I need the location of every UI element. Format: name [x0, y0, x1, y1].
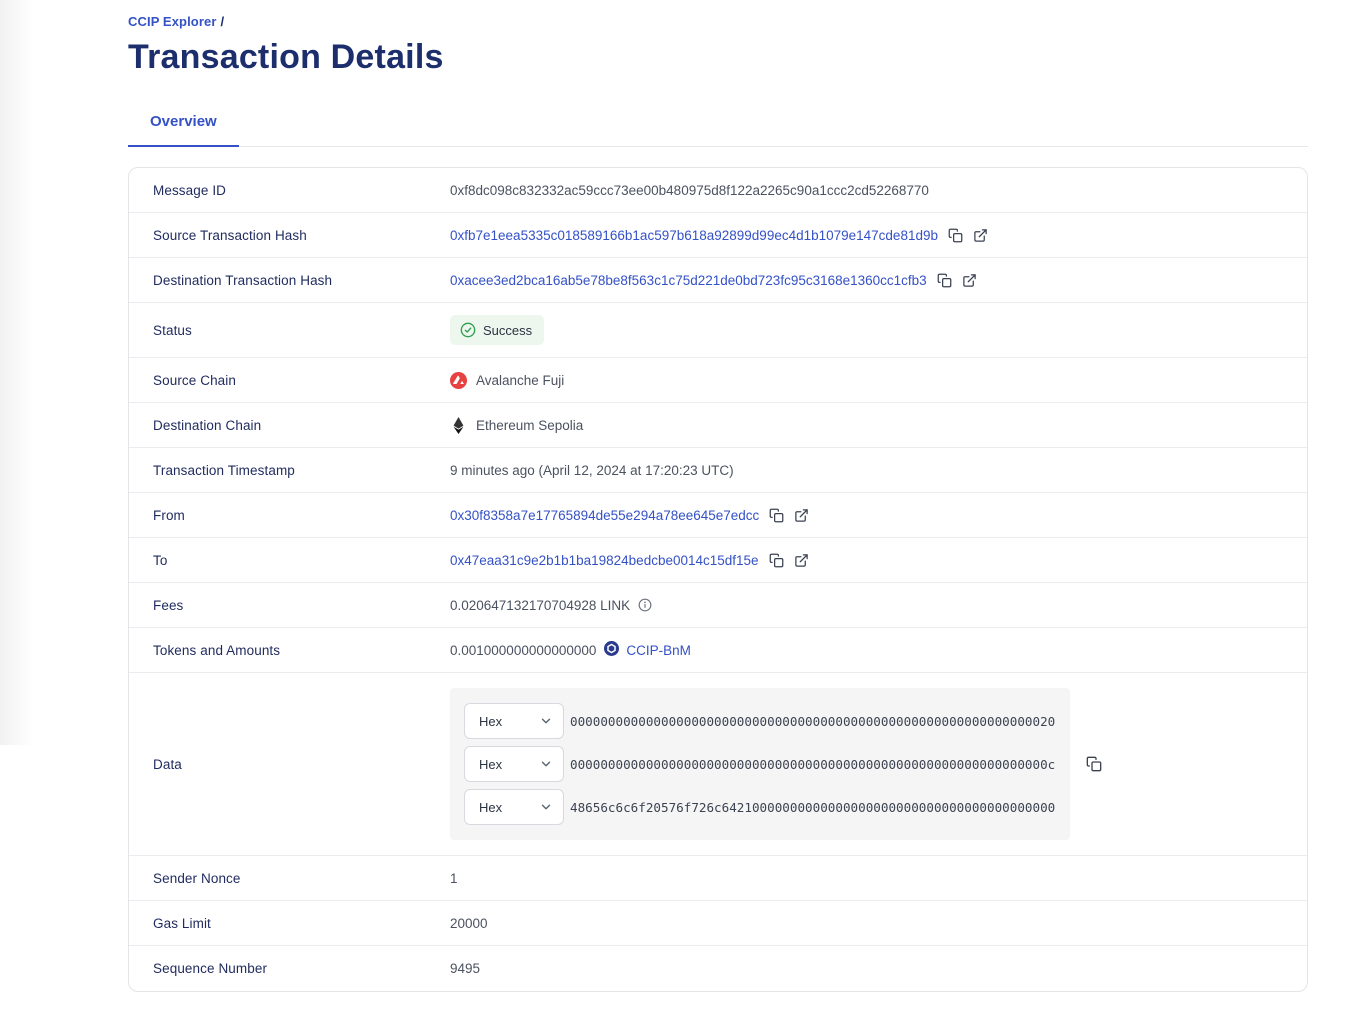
row-label: Source Chain	[129, 361, 450, 400]
row-label: Sender Nonce	[129, 859, 450, 898]
row-transaction-timestamp: Transaction Timestamp 9 minutes ago (Apr…	[129, 448, 1307, 493]
row-tokens-and-amounts: Tokens and Amounts 0.001000000000000000 …	[129, 628, 1307, 673]
format-select[interactable]: Hex	[464, 703, 564, 739]
gas-limit-value: 20000	[450, 904, 1307, 943]
copy-icon[interactable]	[769, 508, 784, 523]
row-status: Status Success	[129, 303, 1307, 358]
row-label: Sequence Number	[129, 949, 450, 988]
row-fees: Fees 0.020647132170704928 LINK	[129, 583, 1307, 628]
row-to: To 0x47eaa31c9e2b1b1ba19824bedcbe0014c15…	[129, 538, 1307, 583]
external-link-icon[interactable]	[794, 508, 809, 523]
row-label: Tokens and Amounts	[129, 631, 450, 670]
row-sequence-number: Sequence Number 9495	[129, 946, 1307, 991]
chevron-down-icon	[539, 800, 553, 814]
format-select-value: Hex	[479, 800, 502, 815]
timestamp-value: 9 minutes ago (April 12, 2024 at 17:20:2…	[450, 451, 1307, 490]
row-source-tx-hash: Source Transaction Hash 0xfb7e1eea5335c0…	[129, 213, 1307, 258]
copy-icon[interactable]	[937, 273, 952, 288]
tab-overview[interactable]: Overview	[128, 113, 239, 147]
row-label: Fees	[129, 586, 450, 625]
format-select-value: Hex	[479, 757, 502, 772]
row-label: From	[129, 496, 450, 535]
row-label: Message ID	[129, 171, 450, 210]
row-label: Transaction Timestamp	[129, 451, 450, 490]
chevron-down-icon	[539, 757, 553, 771]
external-link-icon[interactable]	[962, 273, 977, 288]
ccip-bnm-token-icon	[604, 641, 619, 659]
format-select[interactable]: Hex	[464, 789, 564, 825]
destination-tx-hash-link[interactable]: 0xacee3ed2bca16ab5e78be8f563c1c75d221de0…	[450, 273, 927, 288]
sequence-number-value: 9495	[450, 949, 1307, 988]
breadcrumb-link-ccip-explorer[interactable]: CCIP Explorer	[128, 14, 216, 29]
sender-nonce-value: 1	[450, 859, 1307, 898]
chevron-down-icon	[539, 714, 553, 728]
data-line: Hex 48656c6c6f20576f726c6421000000000000…	[464, 789, 1056, 825]
format-select-value: Hex	[479, 714, 502, 729]
hex-line-2: 0000000000000000000000000000000000000000…	[570, 757, 1055, 772]
token-link-ccip-bnm[interactable]: CCIP-BnM	[626, 643, 691, 658]
row-label: To	[129, 541, 450, 580]
row-label: Destination Transaction Hash	[129, 261, 450, 300]
row-label: Source Transaction Hash	[129, 216, 450, 255]
row-data: Data Hex 0000000000000000000000000000000…	[129, 673, 1307, 856]
hex-line-1: 0000000000000000000000000000000000000000…	[570, 714, 1055, 729]
destination-chain-name: Ethereum Sepolia	[476, 418, 583, 433]
from-address-link[interactable]: 0x30f8358a7e17765894de55e294a78ee645e7ed…	[450, 508, 759, 523]
row-label: Data	[129, 745, 450, 784]
row-label: Status	[129, 311, 450, 350]
external-link-icon[interactable]	[794, 553, 809, 568]
status-badge: Success	[450, 315, 544, 345]
copy-icon[interactable]	[948, 228, 963, 243]
token-amount: 0.001000000000000000	[450, 643, 596, 658]
avalanche-fuji-icon	[450, 372, 467, 389]
check-circle-icon	[460, 322, 476, 338]
left-edge-shadow	[0, 0, 34, 745]
row-message-id: Message ID 0xf8dc098c832332ac59ccc73ee00…	[129, 168, 1307, 213]
source-chain-name: Avalanche Fuji	[476, 373, 564, 388]
row-destination-tx-hash: Destination Transaction Hash 0xacee3ed2b…	[129, 258, 1307, 303]
hex-line-3: 48656c6c6f20576f726c64210000000000000000…	[570, 800, 1055, 815]
transaction-details-card: Message ID 0xf8dc098c832332ac59ccc73ee00…	[128, 167, 1308, 992]
copy-icon[interactable]	[1086, 756, 1102, 772]
external-link-icon[interactable]	[973, 228, 988, 243]
row-destination-chain: Destination Chain Ethereum Sepolia	[129, 403, 1307, 448]
row-label: Gas Limit	[129, 904, 450, 943]
breadcrumb: CCIP Explorer /	[128, 14, 1308, 29]
message-id-value: 0xf8dc098c832332ac59ccc73ee00b480975d8f1…	[450, 171, 1307, 210]
format-select[interactable]: Hex	[464, 746, 564, 782]
row-label: Destination Chain	[129, 406, 450, 445]
status-text: Success	[483, 323, 532, 338]
tab-bar: Overview	[128, 113, 1308, 147]
data-hex-box: Hex 000000000000000000000000000000000000…	[450, 688, 1070, 840]
data-line: Hex 000000000000000000000000000000000000…	[464, 703, 1056, 739]
page-title: Transaction Details	[128, 38, 1308, 77]
info-icon[interactable]	[638, 598, 652, 612]
main-content: CCIP Explorer / Transaction Details Overv…	[128, 0, 1308, 992]
row-from: From 0x30f8358a7e17765894de55e294a78ee64…	[129, 493, 1307, 538]
row-sender-nonce: Sender Nonce 1	[129, 856, 1307, 901]
row-gas-limit: Gas Limit 20000	[129, 901, 1307, 946]
copy-icon[interactable]	[769, 553, 784, 568]
breadcrumb-separator: /	[220, 14, 224, 29]
row-source-chain: Source Chain Avalanche Fuji	[129, 358, 1307, 403]
data-line: Hex 000000000000000000000000000000000000…	[464, 746, 1056, 782]
ethereum-sepolia-icon	[450, 417, 467, 434]
to-address-link[interactable]: 0x47eaa31c9e2b1b1ba19824bedcbe0014c15df1…	[450, 553, 759, 568]
fees-value: 0.020647132170704928 LINK	[450, 598, 630, 613]
source-tx-hash-link[interactable]: 0xfb7e1eea5335c018589166b1ac597b618a9289…	[450, 228, 938, 243]
